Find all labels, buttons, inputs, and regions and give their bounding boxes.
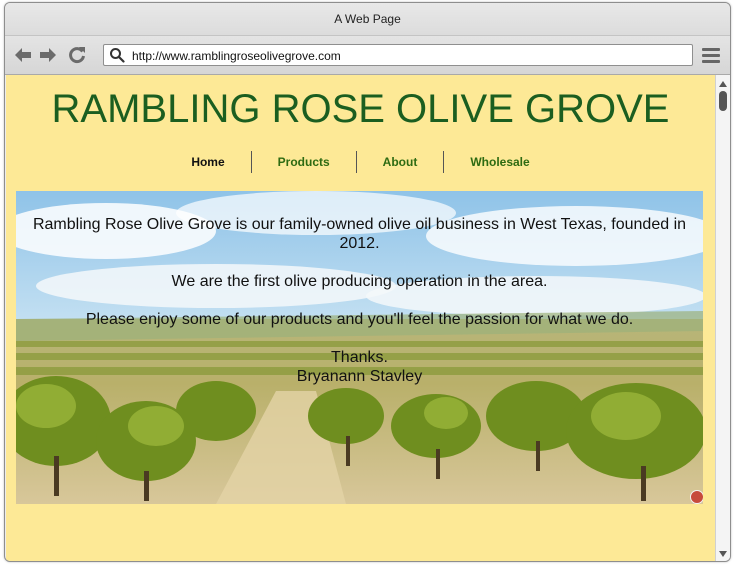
title-bar: A Web Page — [5, 3, 730, 36]
scroll-down-arrow-icon[interactable] — [719, 551, 727, 557]
hero-first-producer-text: We are the first olive producing operati… — [171, 273, 548, 290]
hero-intro-text: Rambling Rose Olive Grove is our family-… — [32, 216, 687, 252]
search-icon — [110, 48, 125, 63]
nav-link-wholesale[interactable]: Wholesale — [444, 150, 555, 174]
browser-window: A Web Page http://www.ramblingroseoliveg… — [4, 2, 731, 562]
back-arrow-icon[interactable] — [13, 45, 33, 65]
nav-link-products[interactable]: Products — [252, 150, 356, 174]
hero-signature-text: Bryanann Stavley — [296, 368, 423, 385]
hamburger-menu-icon[interactable] — [702, 48, 720, 64]
page-viewport: RAMBLING ROSE OLIVE GROVE Home Products Ab… — [6, 75, 715, 561]
nav-link-home[interactable]: Home — [165, 150, 250, 174]
url-text: http://www.ramblingroseolivegrove.com — [132, 49, 341, 63]
bookmark-badge-icon[interactable] — [690, 490, 703, 504]
address-bar[interactable]: http://www.ramblingroseolivegrove.com — [103, 44, 693, 66]
site-title: RAMBLING ROSE OLIVE GROVE — [51, 87, 670, 131]
vertical-scrollbar[interactable] — [715, 75, 730, 561]
hero-message: Rambling Rose Olive Grove is our family-… — [16, 215, 703, 386]
scroll-thumb[interactable] — [719, 91, 727, 111]
hero-banner: Rambling Rose Olive Grove is our family-… — [16, 191, 703, 504]
browser-toolbar: http://www.ramblingroseolivegrove.com — [5, 36, 730, 75]
reload-icon[interactable] — [67, 45, 87, 65]
nav-link-about[interactable]: About — [357, 150, 444, 174]
hero-thanks-text: Thanks. — [331, 349, 388, 366]
forward-arrow-icon[interactable] — [38, 45, 58, 65]
scroll-up-arrow-icon[interactable] — [719, 81, 727, 87]
hero-enjoy-text: Please enjoy some of our products and yo… — [85, 311, 634, 328]
site-navigation: Home Products About Wholesale — [6, 150, 715, 174]
window-title: A Web Page — [334, 12, 401, 26]
